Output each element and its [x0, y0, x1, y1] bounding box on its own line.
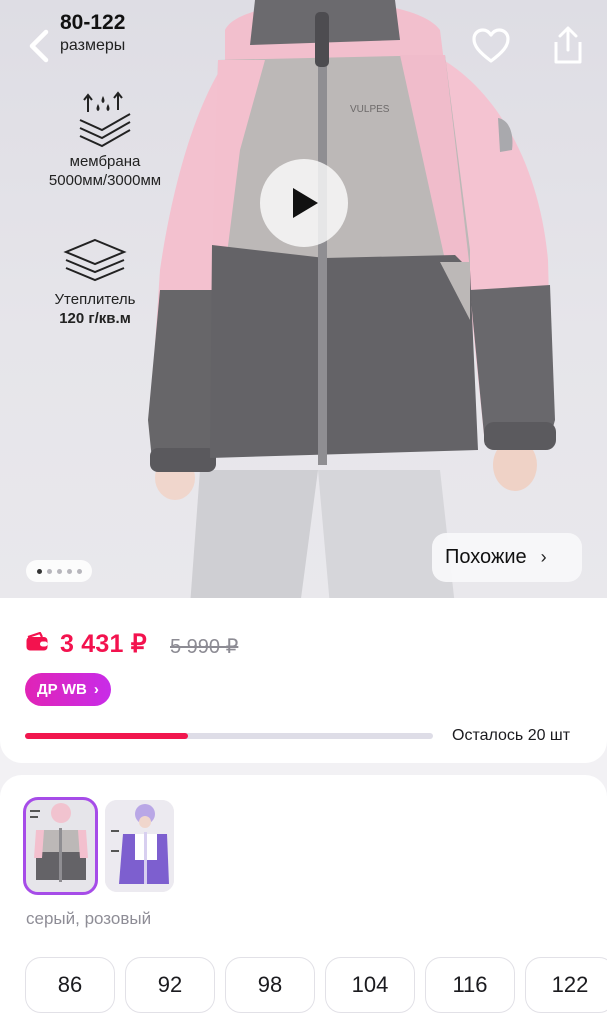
size-option[interactable]: 116: [425, 957, 515, 1013]
feature-insulation-line2: 120 г/кв.м: [59, 310, 131, 327]
slide-dot: [56, 568, 62, 574]
size-caption[interactable]: размеры: [60, 37, 125, 55]
wallet-icon: [26, 632, 48, 651]
share-icon: [554, 26, 582, 64]
back-button[interactable]: [20, 24, 60, 68]
play-icon: [293, 188, 318, 218]
insulation-layers-icon: [63, 238, 127, 282]
chevron-right-icon: ›: [540, 547, 547, 567]
feature-membrane-line1: мембрана: [69, 153, 141, 170]
size-option[interactable]: 86: [25, 957, 115, 1013]
size-option[interactable]: 98: [225, 957, 315, 1013]
chevron-right-icon: ›: [93, 681, 99, 698]
play-video-button[interactable]: [260, 159, 348, 247]
promo-badge-label: ДР WB: [37, 681, 87, 698]
promo-badge[interactable]: ДР WB ›: [25, 673, 111, 706]
size-option[interactable]: 104: [325, 957, 415, 1013]
slide-dot: [36, 568, 42, 574]
old-price: 5 990 ₽: [170, 636, 239, 658]
slide-dot: [46, 568, 52, 574]
feature-insulation-line1: Утеплитель: [54, 291, 136, 308]
slide-dot: [66, 568, 72, 574]
color-thumbnail-grey-pink[interactable]: [23, 797, 98, 895]
thumbnail-image: [105, 800, 174, 892]
color-thumbnail-purple[interactable]: [105, 800, 174, 892]
stock-remaining: Осталось 20 шт: [452, 727, 571, 744]
stock-progress: [25, 733, 433, 739]
stock-progress-fill: [25, 733, 189, 739]
size-option[interactable]: 122: [525, 957, 607, 1013]
similar-products-button[interactable]: Похожие ›: [432, 533, 582, 582]
svg-text:VULPES: VULPES: [350, 104, 390, 115]
slide-dot: [76, 568, 82, 574]
size-range[interactable]: 80-122: [60, 11, 125, 35]
size-selector: 86 92 98 104 116 122: [25, 957, 607, 1013]
slide-indicator: [26, 560, 92, 582]
membrane-icon: [79, 91, 131, 148]
share-button[interactable]: [548, 24, 588, 68]
product-gallery[interactable]: VULPES 80-122 размеры мембрана 5000мм/30…: [0, 0, 607, 606]
chevron-left-icon: [29, 29, 49, 63]
current-price: 3 431 ₽: [60, 630, 147, 658]
similar-label: Похожие: [445, 546, 527, 568]
feature-insulation: Утеплитель 120 г/кв.м: [20, 236, 170, 328]
favorite-button[interactable]: [470, 26, 512, 66]
feature-membrane: мембрана 5000мм/3000мм: [20, 90, 190, 190]
feature-membrane-line2: 5000мм/3000мм: [48, 172, 162, 189]
selected-color-name: серый, розовый: [26, 909, 152, 928]
heart-icon: [472, 28, 510, 63]
size-option[interactable]: 92: [125, 957, 215, 1013]
thumbnail-image: [26, 800, 95, 892]
